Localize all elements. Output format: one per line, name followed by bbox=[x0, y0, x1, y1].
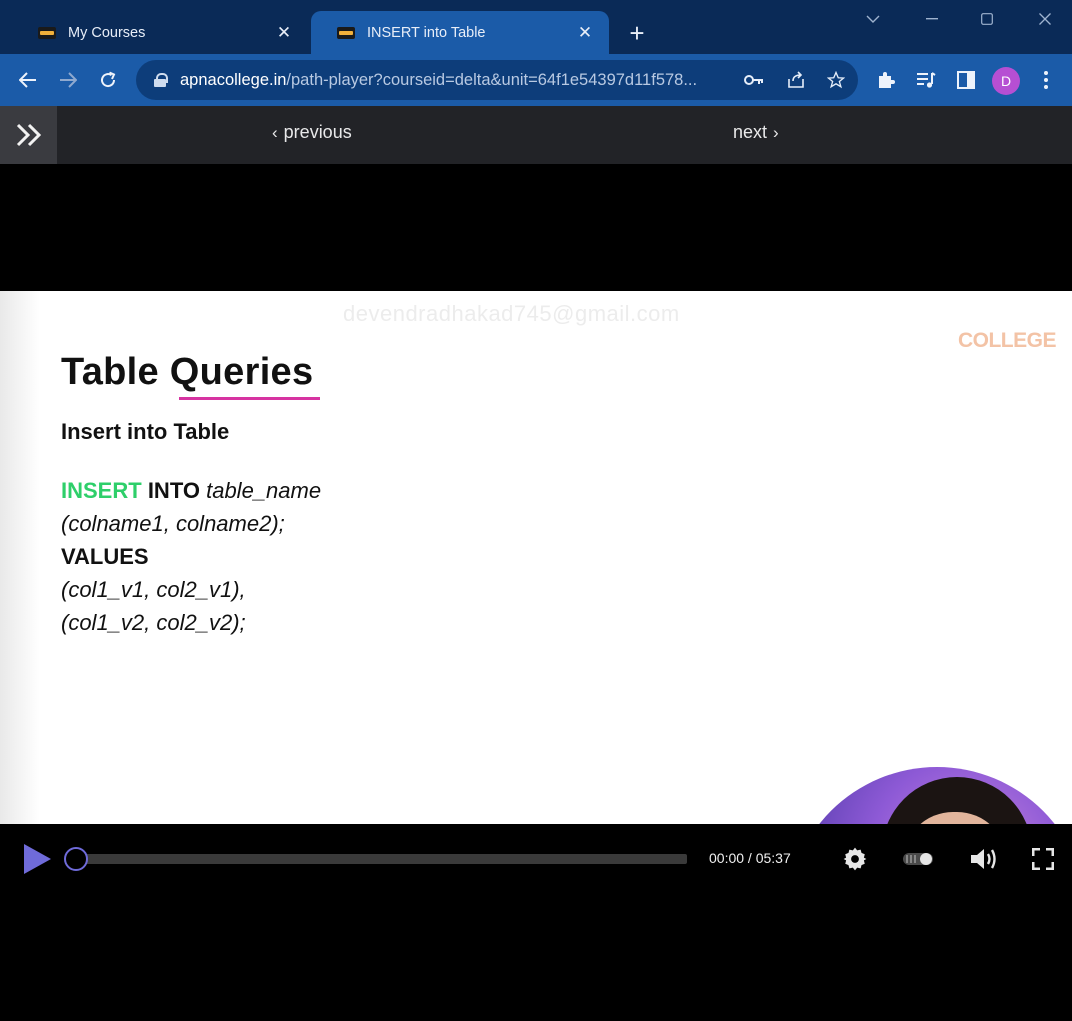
share-icon[interactable] bbox=[780, 64, 812, 96]
player-nav-bar: ‹ previous next › bbox=[0, 106, 1072, 164]
code-line: (col1_v1, col2_v1), bbox=[61, 577, 246, 602]
next-button[interactable]: next › bbox=[733, 122, 779, 143]
password-key-icon[interactable] bbox=[738, 64, 770, 96]
code-line: (col1_v2, col2_v2); bbox=[61, 610, 246, 635]
previous-button[interactable]: ‹ previous bbox=[272, 122, 352, 143]
next-label: next bbox=[733, 122, 768, 142]
browser-toolbar: apnacollege.in/path-player?courseid=delt… bbox=[0, 54, 1072, 106]
code-line: VALUES bbox=[61, 544, 149, 569]
play-button[interactable] bbox=[24, 844, 51, 874]
expand-sidebar-button[interactable] bbox=[0, 106, 57, 164]
progress-bar[interactable] bbox=[76, 854, 687, 864]
tab-search-chevron-icon[interactable] bbox=[858, 6, 888, 32]
chevron-left-icon: ‹ bbox=[272, 122, 278, 142]
tab-my-courses[interactable]: My Courses ✕ bbox=[12, 11, 308, 54]
chevron-right-icon: › bbox=[773, 122, 779, 142]
video-controls: 00:00 / 05:37 bbox=[0, 824, 1072, 894]
minimize-button[interactable] bbox=[917, 6, 947, 32]
video-frame-slide: devendradhakad745@gmail.com COLLEGE Tabl… bbox=[0, 291, 1072, 824]
bookmark-star-icon[interactable] bbox=[820, 64, 852, 96]
lock-icon[interactable] bbox=[154, 73, 168, 87]
extensions-puzzle-icon[interactable] bbox=[870, 64, 902, 96]
profile-avatar[interactable]: D bbox=[992, 67, 1020, 95]
time-display: 00:00 / 05:37 bbox=[709, 850, 791, 866]
sql-code-block: INSERT INTO table_name (colname1, colnam… bbox=[61, 474, 321, 639]
title-underline bbox=[179, 397, 320, 400]
tab-insert-into-table[interactable]: INSERT into Table ✕ bbox=[311, 11, 609, 54]
back-button[interactable] bbox=[12, 64, 44, 96]
college-favicon-icon bbox=[38, 26, 56, 39]
previous-label: previous bbox=[283, 122, 352, 142]
tab-title: My Courses bbox=[68, 24, 146, 41]
forward-button[interactable] bbox=[52, 64, 84, 96]
volume-icon[interactable] bbox=[968, 844, 1000, 874]
settings-gear-icon[interactable] bbox=[839, 844, 871, 874]
speed-toggle-icon[interactable] bbox=[902, 844, 934, 874]
window-close-button[interactable] bbox=[1030, 6, 1060, 32]
media-control-icon[interactable] bbox=[910, 64, 942, 96]
browser-tab-strip: My Courses ✕ INSERT into Table ✕ + bbox=[0, 0, 1072, 54]
college-favicon-icon bbox=[337, 26, 355, 39]
email-watermark: devendradhakad745@gmail.com bbox=[343, 301, 680, 326]
side-panel-icon[interactable] bbox=[950, 64, 982, 96]
address-bar[interactable]: apnacollege.in/path-player?courseid=delt… bbox=[136, 60, 858, 100]
menu-kebab-icon[interactable] bbox=[1030, 64, 1062, 96]
close-icon[interactable]: ✕ bbox=[274, 23, 294, 43]
fullscreen-icon[interactable] bbox=[1027, 844, 1059, 874]
url-text: apnacollege.in/path-player?courseid=delt… bbox=[180, 70, 698, 89]
double-chevron-right-icon bbox=[16, 123, 41, 147]
code-line: INSERT INTO table_name bbox=[61, 478, 322, 503]
reload-button[interactable] bbox=[92, 64, 124, 96]
tab-title: INSERT into Table bbox=[367, 24, 486, 41]
slide-subtitle: Insert into Table bbox=[61, 419, 230, 444]
maximize-button[interactable] bbox=[972, 6, 1002, 32]
close-icon[interactable]: ✕ bbox=[575, 23, 595, 43]
presenter-webcam bbox=[787, 767, 1072, 824]
college-logo: COLLEGE bbox=[957, 329, 1057, 352]
video-player[interactable]: devendradhakad745@gmail.com COLLEGE Tabl… bbox=[0, 164, 1072, 1021]
slide-title: Table Queries bbox=[61, 351, 314, 393]
new-tab-button[interactable]: + bbox=[622, 18, 652, 48]
code-line: (colname1, colname2); bbox=[61, 511, 285, 536]
progress-knob[interactable] bbox=[64, 847, 88, 871]
